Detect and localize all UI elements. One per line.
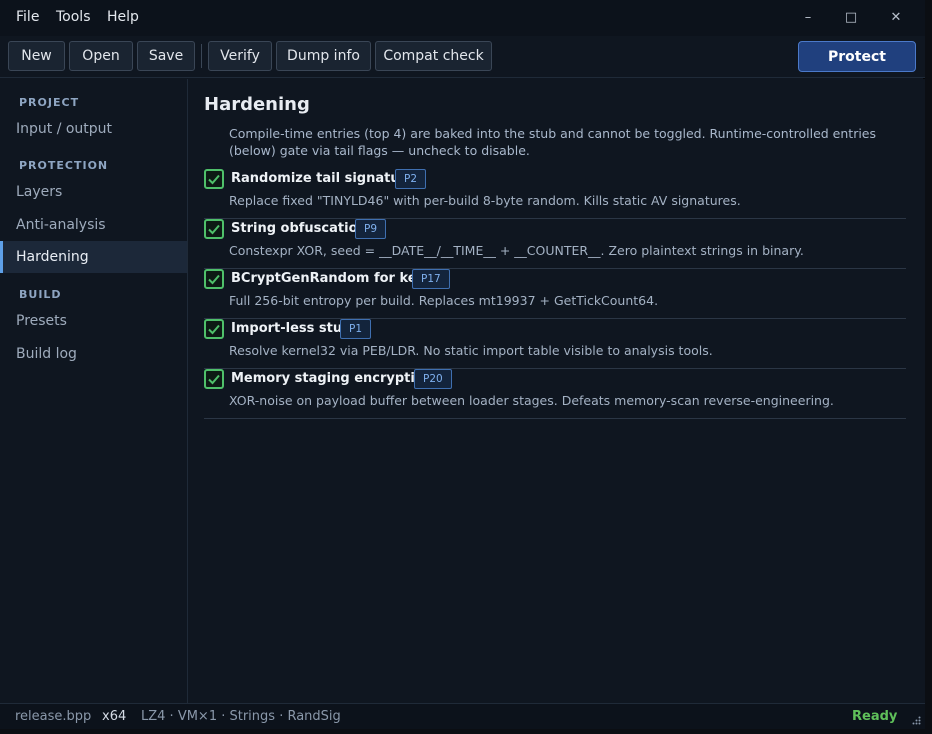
toolbar: New Open Save Verify Dump info Compat ch… <box>0 36 925 78</box>
hardening-entry: String obfuscation P9 Constexpr XOR, see… <box>204 219 906 269</box>
status-summary: LZ4 · VM×1 · Strings · RandSig <box>141 709 341 724</box>
entry-title: String obfuscation <box>231 221 367 236</box>
sidebar-item-input-output[interactable]: Input / output <box>0 113 187 145</box>
check-icon <box>208 174 220 185</box>
check-icon <box>208 374 220 385</box>
status-arch: x64 <box>102 709 127 724</box>
checkbox-memory-staging-encryption[interactable] <box>204 369 224 389</box>
checkbox-randomize-tail-signature[interactable] <box>204 169 224 189</box>
menu-bar: File Tools Help – □ ✕ <box>0 0 925 36</box>
intro-text: Compile-time entries (top 4) are baked i… <box>229 126 877 158</box>
minimize-icon[interactable]: – <box>801 10 815 25</box>
entry-title: Memory staging encryption <box>231 371 434 386</box>
app-window: File Tools Help – □ ✕ New Open Save Veri… <box>0 0 925 729</box>
entry-title: Import-less stub <box>231 321 352 336</box>
priority-badge: P9 <box>355 219 387 239</box>
save-button[interactable]: Save <box>137 41 195 71</box>
entry-description: XOR-noise on payload buffer between load… <box>229 393 834 408</box>
menu-help[interactable]: Help <box>107 9 139 25</box>
main-panel: Hardening Compile-time entries (top 4) a… <box>189 79 925 703</box>
menu-file[interactable]: File <box>16 9 39 25</box>
sidebar-item-anti-analysis[interactable]: Anti-analysis <box>0 209 187 241</box>
check-icon <box>208 324 220 335</box>
sidebar-item-presets[interactable]: Presets <box>0 305 187 337</box>
checkbox-bcryptgenrandom[interactable] <box>204 269 224 289</box>
new-button[interactable]: New <box>8 41 65 71</box>
priority-badge: P20 <box>414 369 452 389</box>
hardening-entry: Import-less stub P1 Resolve kernel32 via… <box>204 319 906 369</box>
compat-check-button[interactable]: Compat check <box>375 41 492 71</box>
entry-description: Resolve kernel32 via PEB/LDR. No static … <box>229 343 713 358</box>
sidebar-item-hardening[interactable]: Hardening <box>0 241 187 273</box>
priority-badge: P2 <box>395 169 427 189</box>
entry-description: Full 256-bit entropy per build. Replaces… <box>229 293 659 308</box>
menu-tools[interactable]: Tools <box>56 9 91 25</box>
hardening-entry: Memory staging encryption P20 XOR-noise … <box>204 369 906 419</box>
entry-description: Constexpr XOR, seed = __DATE__/__TIME__ … <box>229 243 804 258</box>
sidebar-section-build: BUILD <box>19 288 62 301</box>
sidebar: PROJECT Input / output PROTECTION Layers… <box>0 79 188 703</box>
priority-badge: P17 <box>412 269 450 289</box>
hardening-entry: Randomize tail signature P2 Replace fixe… <box>204 169 906 219</box>
hardening-entry: BCryptGenRandom for keys P17 Full 256-bi… <box>204 269 906 319</box>
close-icon[interactable]: ✕ <box>889 10 903 25</box>
toolbar-separator <box>201 44 202 68</box>
sidebar-item-layers[interactable]: Layers <box>0 176 187 208</box>
status-file: release.bpp <box>15 709 92 724</box>
maximize-icon[interactable]: □ <box>844 10 858 25</box>
resize-grip-icon[interactable] <box>911 716 921 726</box>
checkbox-import-less-stub[interactable] <box>204 319 224 339</box>
protect-button[interactable]: Protect <box>798 41 916 72</box>
status-ready: Ready <box>852 709 898 724</box>
checkbox-string-obfuscation[interactable] <box>204 219 224 239</box>
priority-badge: P1 <box>340 319 372 339</box>
status-bar: release.bpp x64 LZ4 · VM×1 · Strings · R… <box>0 703 925 729</box>
verify-button[interactable]: Verify <box>208 41 272 71</box>
entry-title: BCryptGenRandom for keys <box>231 271 433 286</box>
dump-info-button[interactable]: Dump info <box>276 41 371 71</box>
sidebar-section-protection: PROTECTION <box>19 159 109 172</box>
check-icon <box>208 274 220 285</box>
entry-title: Randomize tail signature <box>231 171 415 186</box>
sidebar-section-project: PROJECT <box>19 96 80 109</box>
open-button[interactable]: Open <box>69 41 133 71</box>
entry-description: Replace fixed "TINYLD46" with per-build … <box>229 193 741 208</box>
page-title: Hardening <box>204 94 310 115</box>
check-icon <box>208 224 220 235</box>
sidebar-item-build-log[interactable]: Build log <box>0 338 187 370</box>
